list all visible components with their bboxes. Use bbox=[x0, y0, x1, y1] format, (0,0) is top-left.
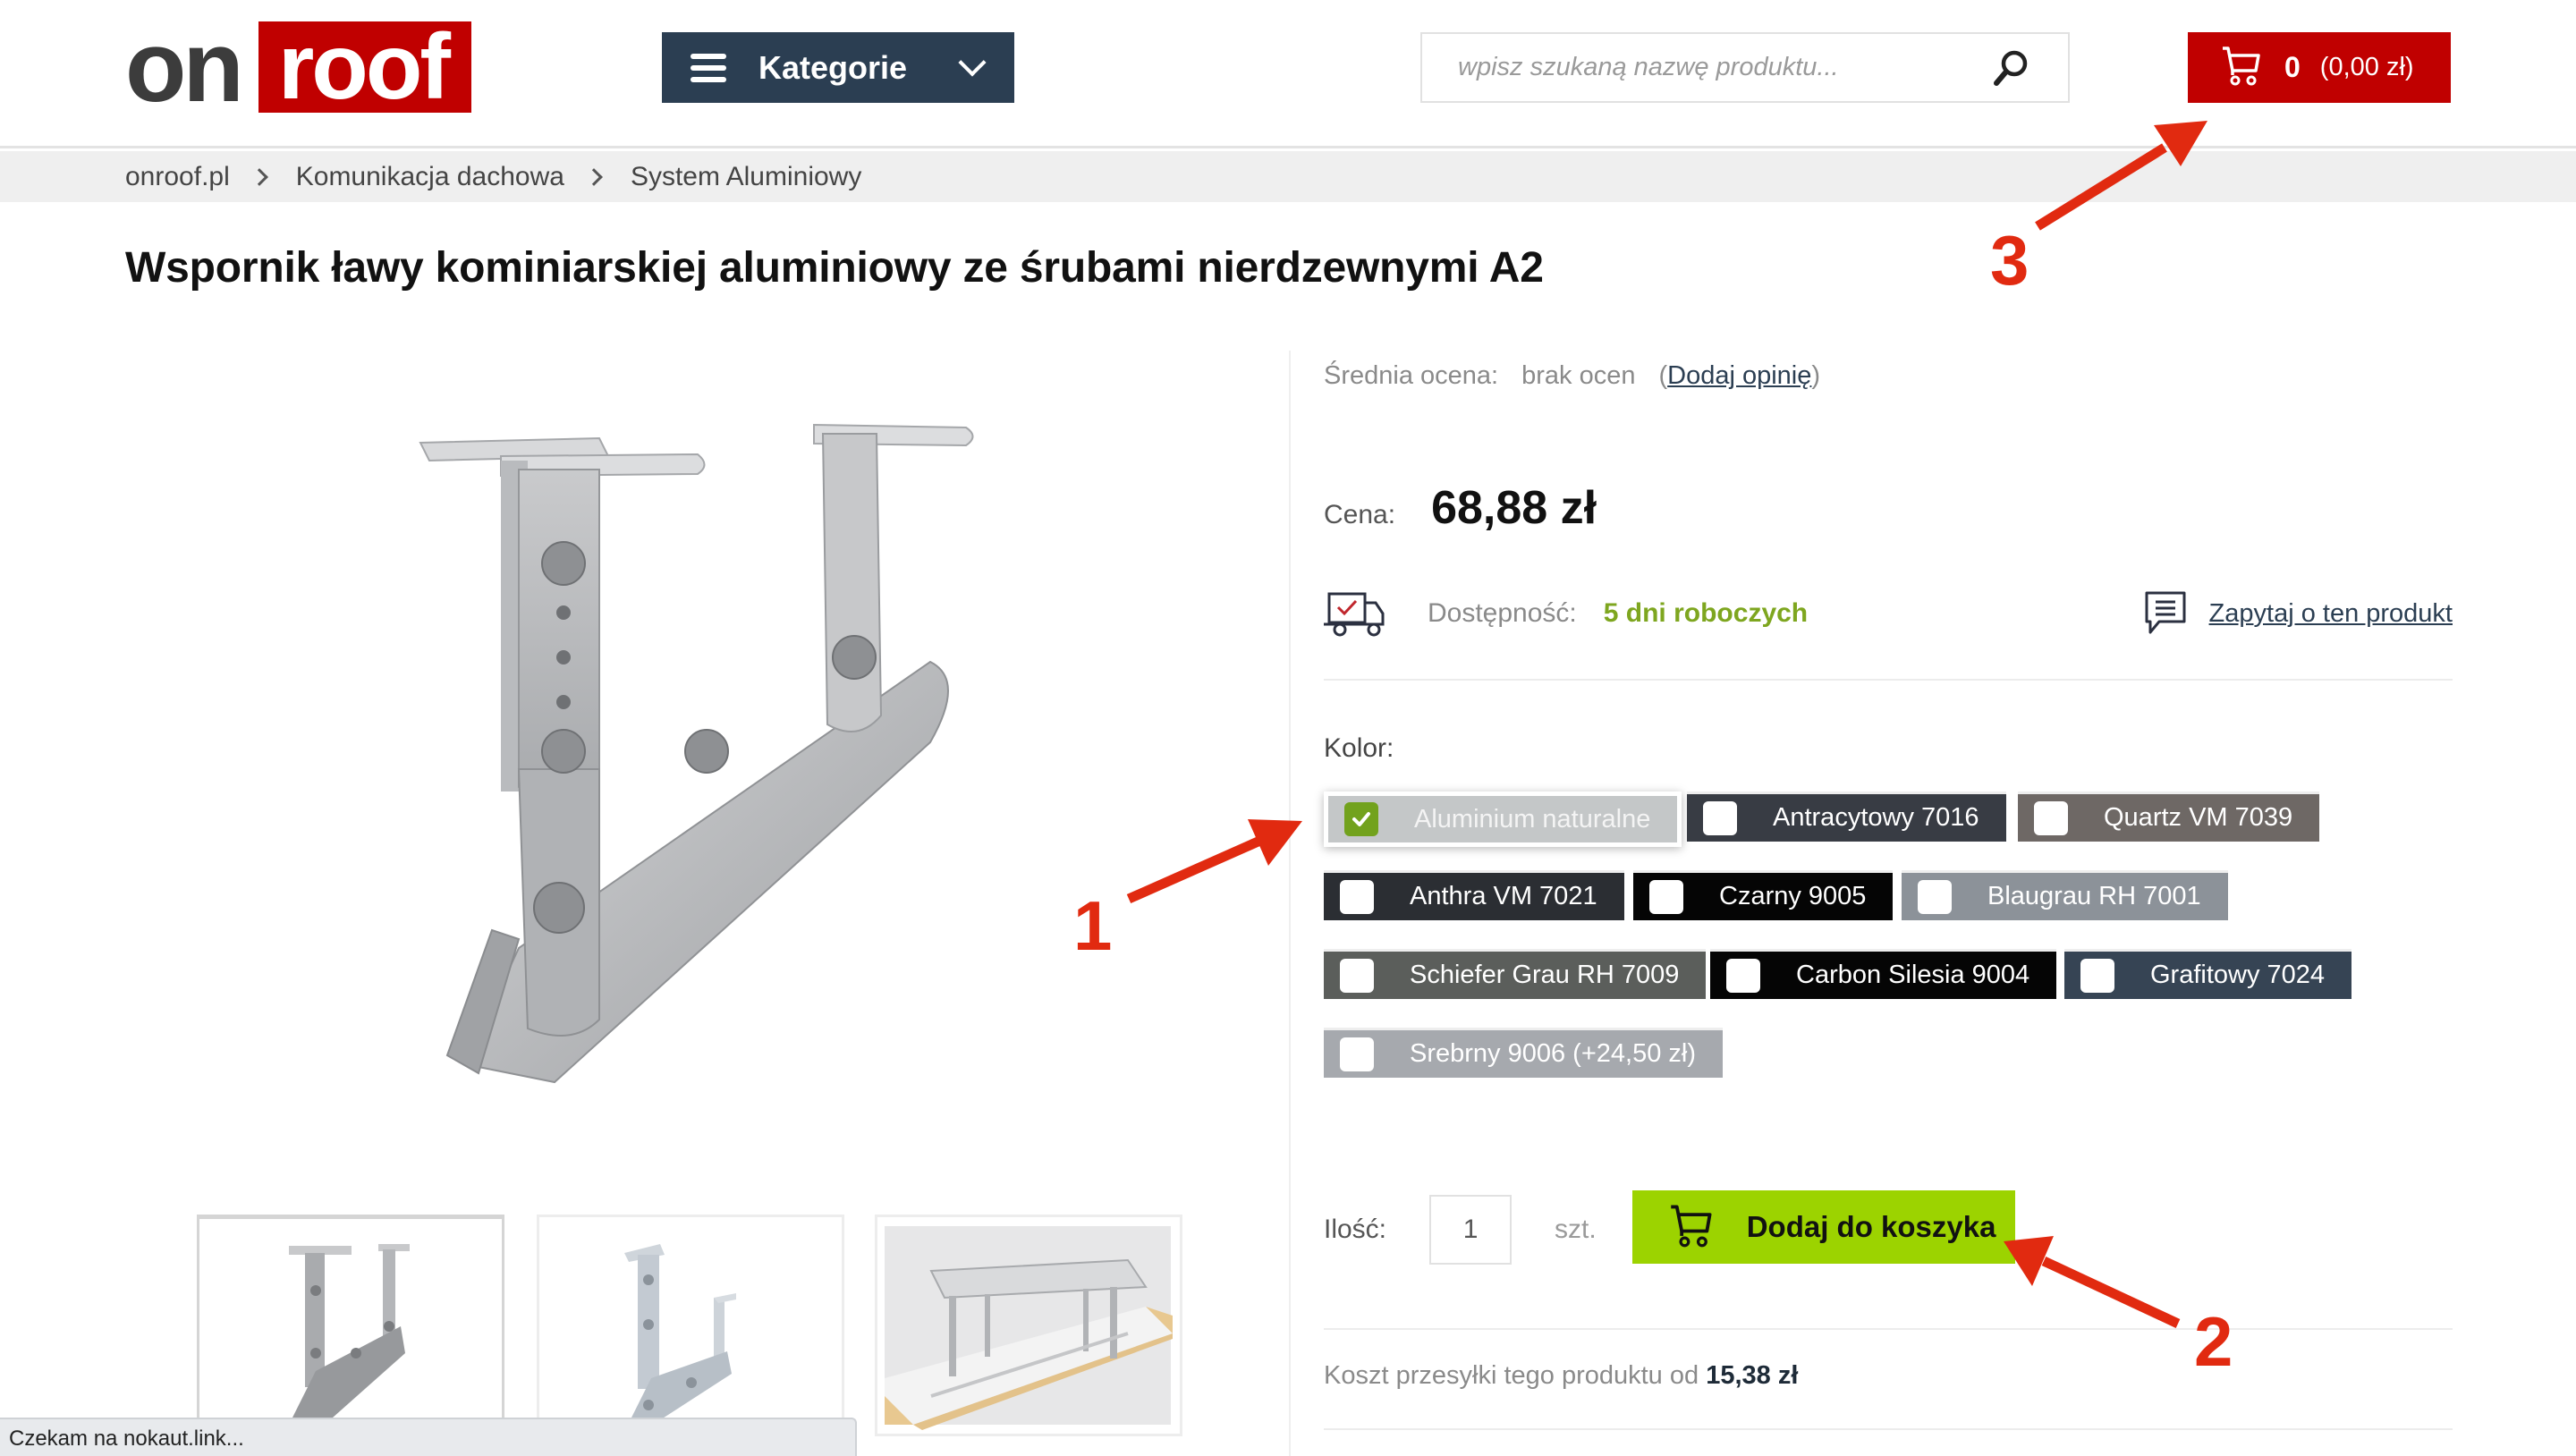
logo-text-on: on bbox=[125, 11, 244, 123]
color-option-label: Czarny 9005 bbox=[1719, 882, 1867, 910]
quantity-input[interactable] bbox=[1429, 1195, 1513, 1265]
paren-close: ) bbox=[1811, 361, 1821, 390]
product-title: Wspornik ławy kominiarskiej aluminiowy z… bbox=[125, 244, 1544, 292]
ask-about-product-link[interactable]: Zapytaj o ten produkt bbox=[2209, 599, 2453, 629]
rating-row: Średnia ocena: brak ocen (Dodaj opinię) bbox=[1324, 361, 1820, 391]
checkbox-icon[interactable] bbox=[1340, 958, 1374, 993]
color-option-label: Antracytowy 7016 bbox=[1773, 803, 1979, 832]
color-option-label: Carbon Silesia 9004 bbox=[1796, 961, 2030, 989]
chevron-down-icon bbox=[958, 47, 987, 77]
color-option[interactable]: Anthra VM 7021 bbox=[1324, 870, 1624, 920]
color-option[interactable]: Carbon Silesia 9004 bbox=[1710, 949, 2057, 999]
logo-text-roof: roof bbox=[258, 21, 471, 114]
browser-status-bar: Czekam na nokaut.link... bbox=[0, 1418, 857, 1456]
color-option[interactable]: Grafitowy 7024 bbox=[2064, 949, 2352, 999]
color-option[interactable]: Antracytowy 7016 bbox=[1687, 791, 2006, 842]
categories-label: Kategorie bbox=[758, 48, 908, 86]
search-input[interactable] bbox=[1422, 34, 1989, 101]
search-icon[interactable] bbox=[1989, 47, 2032, 89]
rating-value: brak ocen bbox=[1521, 361, 1636, 390]
checkbox-icon[interactable] bbox=[1918, 879, 1952, 914]
add-to-cart-label: Dodaj do koszyka bbox=[1746, 1210, 1996, 1243]
color-option-label: Blaugrau RH 7001 bbox=[1987, 882, 2201, 910]
chevron-right-icon bbox=[250, 167, 268, 186]
shipping-cost-value: 15,38 zł bbox=[1706, 1361, 1799, 1390]
cart-total: (0,00 zł) bbox=[2319, 53, 2414, 81]
color-option-label: Aluminium naturalne bbox=[1414, 804, 1651, 834]
cart-button[interactable]: 0 (0,00 zł) bbox=[2188, 32, 2451, 103]
annotation-arrow-2 bbox=[2004, 1236, 2181, 1328]
rating-label: Średnia ocena: bbox=[1324, 361, 1499, 390]
breadcrumb-category[interactable]: Komunikacja dachowa bbox=[296, 162, 564, 192]
cart-icon bbox=[1668, 1202, 1715, 1253]
checkbox-icon[interactable] bbox=[1703, 800, 1737, 835]
color-label: Kolor: bbox=[1324, 733, 1394, 763]
breadcrumb-home[interactable]: onroof.pl bbox=[125, 162, 230, 192]
site-header: on roof Kategorie 0 (0,00 zł) bbox=[0, 0, 2576, 148]
thumbnail-3[interactable] bbox=[875, 1215, 1182, 1436]
checkbox-checked-icon[interactable] bbox=[1344, 802, 1378, 836]
checkbox-icon[interactable] bbox=[1340, 1037, 1374, 1071]
hamburger-icon bbox=[691, 53, 726, 82]
paren-open: ( bbox=[1658, 361, 1668, 390]
thumbnail-2[interactable] bbox=[537, 1215, 844, 1436]
color-option[interactable]: Quartz VM 7039 bbox=[2018, 791, 2320, 842]
categories-menu-button[interactable]: Kategorie bbox=[662, 32, 1014, 103]
shipping-cost-row: Koszt przesyłki tego produktu od 15,38 z… bbox=[1324, 1361, 1798, 1391]
delivery-truck-icon bbox=[1324, 590, 1388, 637]
separator bbox=[1324, 1428, 2453, 1430]
checkbox-icon[interactable] bbox=[2080, 958, 2114, 993]
breadcrumb: onroof.pl Komunikacja dachowa System Alu… bbox=[0, 151, 2576, 202]
color-option[interactable]: Srebrny 9006 (+24,50 zł) bbox=[1324, 1028, 1723, 1078]
quantity-label: Ilość: bbox=[1324, 1215, 1387, 1244]
color-option-label: Anthra VM 7021 bbox=[1410, 882, 1597, 910]
site-logo[interactable]: on roof bbox=[125, 11, 471, 123]
annotation-label-3: 3 bbox=[1990, 221, 2029, 300]
chevron-right-icon bbox=[585, 167, 603, 186]
availability-value: 5 dni roboczych bbox=[1603, 598, 1809, 628]
separator bbox=[1324, 1328, 2453, 1330]
add-review-link[interactable]: Dodaj opinię bbox=[1667, 361, 1811, 391]
quantity-row: Ilość: szt. Dodaj do koszyka bbox=[1324, 1190, 2015, 1266]
annotation-label-2: 2 bbox=[2194, 1302, 2233, 1381]
search-box bbox=[1420, 32, 2070, 103]
separator bbox=[1324, 679, 2453, 681]
checkbox-icon[interactable] bbox=[1649, 879, 1683, 914]
product-main-image[interactable] bbox=[394, 394, 1020, 1109]
quantity-unit: szt. bbox=[1555, 1215, 1597, 1244]
price-label: Cena: bbox=[1324, 500, 1396, 529]
availability-row: Dostępność: 5 dni roboczych Zapytaj o te… bbox=[1324, 587, 2453, 640]
breadcrumb-subcategory[interactable]: System Aluminiowy bbox=[631, 162, 861, 192]
color-option-label: Schiefer Grau RH 7009 bbox=[1410, 961, 1680, 989]
checkbox-icon[interactable] bbox=[2034, 800, 2068, 835]
color-option-label: Grafitowy 7024 bbox=[2150, 961, 2326, 989]
annotation-arrow-1 bbox=[1126, 819, 1302, 904]
color-option[interactable]: Schiefer Grau RH 7009 bbox=[1324, 949, 1707, 999]
color-option[interactable]: Aluminium naturalne bbox=[1324, 791, 1682, 847]
column-divider bbox=[1289, 351, 1291, 1456]
color-option-label: Srebrny 9006 (+24,50 zł) bbox=[1410, 1039, 1696, 1068]
thumbnail-1[interactable] bbox=[197, 1215, 504, 1436]
chat-bubble-icon bbox=[2141, 588, 2190, 640]
cart-icon bbox=[2220, 44, 2263, 91]
color-option-label: Quartz VM 7039 bbox=[2104, 803, 2293, 832]
color-option[interactable]: Blaugrau RH 7001 bbox=[1902, 870, 2228, 920]
checkbox-icon[interactable] bbox=[1726, 958, 1760, 993]
price-row: Cena: 68,88 zł bbox=[1324, 481, 1597, 535]
ask-about-product[interactable]: Zapytaj o ten produkt bbox=[2141, 588, 2453, 640]
color-option[interactable]: Czarny 9005 bbox=[1633, 870, 1894, 920]
cart-count: 0 bbox=[2284, 51, 2301, 83]
add-to-cart-button[interactable]: Dodaj do koszyka bbox=[1631, 1190, 2015, 1264]
availability-label: Dostępność: bbox=[1428, 598, 1577, 628]
shipping-cost-text: Koszt przesyłki tego produktu od bbox=[1324, 1361, 1699, 1390]
checkbox-icon[interactable] bbox=[1340, 879, 1374, 914]
price-value: 68,88 zł bbox=[1431, 482, 1597, 534]
annotation-label-1: 1 bbox=[1073, 886, 1113, 965]
